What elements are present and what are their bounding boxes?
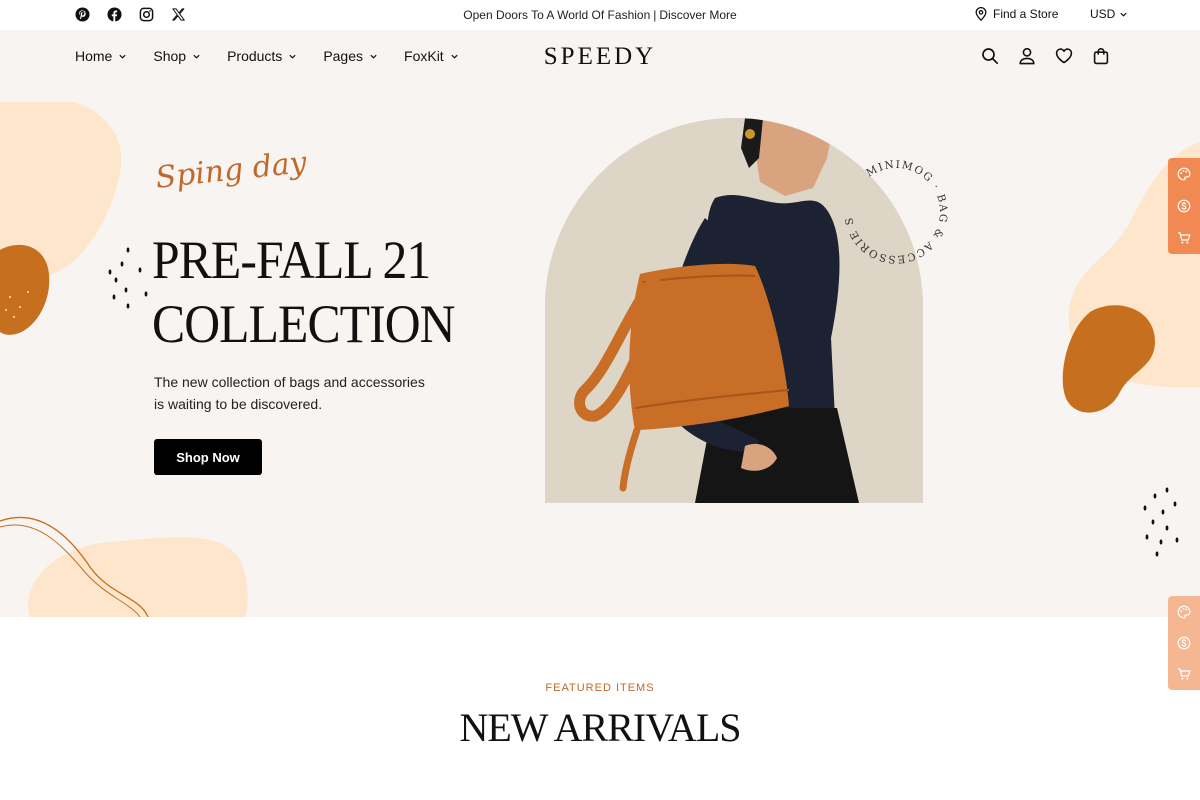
chevron-down-icon: [1120, 12, 1127, 17]
top-bar: Open Doors To A World Of Fashion | Discove…: [0, 0, 1200, 30]
decorative-blob: [0, 244, 50, 335]
currency-icon[interactable]: [1177, 636, 1191, 650]
find-store-link[interactable]: Find a Store: [975, 7, 1058, 21]
account-icon[interactable]: [1018, 47, 1036, 65]
headline-line: PRE-FALL 21: [152, 230, 431, 290]
cart-icon[interactable]: [1177, 231, 1191, 245]
decorative-blob: [1062, 305, 1155, 413]
headline-line: COLLECTION: [152, 294, 456, 354]
cart-icon[interactable]: [1177, 667, 1191, 681]
wishlist-icon[interactable]: [1055, 47, 1073, 65]
palette-icon[interactable]: [1177, 167, 1191, 181]
decorative-dots: [1143, 487, 1179, 557]
side-toolbar: [1168, 158, 1200, 254]
currency-selector[interactable]: USD: [1090, 7, 1128, 21]
divider: |: [653, 8, 657, 22]
section-title: NEW ARRIVALS: [459, 705, 741, 750]
discover-more-link[interactable]: Discover More: [659, 8, 736, 22]
currency-icon[interactable]: [1177, 199, 1191, 213]
shop-badge: MINIMOG · BAG & ACCESSORIE SHOP ·: [838, 154, 949, 265]
hero-script-title: Sping day: [154, 145, 309, 196]
cart-icon[interactable]: [1092, 47, 1110, 65]
side-toolbar-secondary: [1168, 596, 1200, 690]
search-icon[interactable]: [981, 47, 999, 65]
header-actions: [981, 47, 1110, 65]
decorative-blob: [0, 516, 248, 617]
palette-icon[interactable]: [1177, 605, 1191, 619]
announcement-text: Open Doors To A World Of Fashion: [463, 8, 651, 22]
decorative-dots: [108, 247, 148, 309]
featured-items-label: FEATURED ITEMS: [545, 682, 655, 694]
svg-text:Sping day: Sping day: [154, 145, 309, 196]
subtext-line: is waiting to be discovered.: [154, 396, 323, 412]
shop-now-button[interactable]: Shop Now: [154, 439, 262, 475]
find-store-label: Find a Store: [993, 7, 1059, 21]
currency-label: USD: [1090, 7, 1116, 21]
svg-text:MINIMOG · BAG & ACCESSORIE SHO: MINIMOG · BAG & ACCESSORIE SHOP ·: [838, 154, 949, 265]
subtext-line: The new collection of bags and accessori…: [154, 374, 425, 390]
main-header: Home Shop Products Pages FoxKit SPEEDY: [0, 30, 1200, 102]
map-pin-icon: [975, 7, 987, 21]
hero-subtext: The new collection of bags and accessori…: [154, 371, 444, 415]
hero-banner: Sping day PRE-FALL 21 COLLECTION The new…: [0, 102, 1200, 617]
hero-headline: PRE-FALL 21 COLLECTION: [152, 228, 456, 356]
